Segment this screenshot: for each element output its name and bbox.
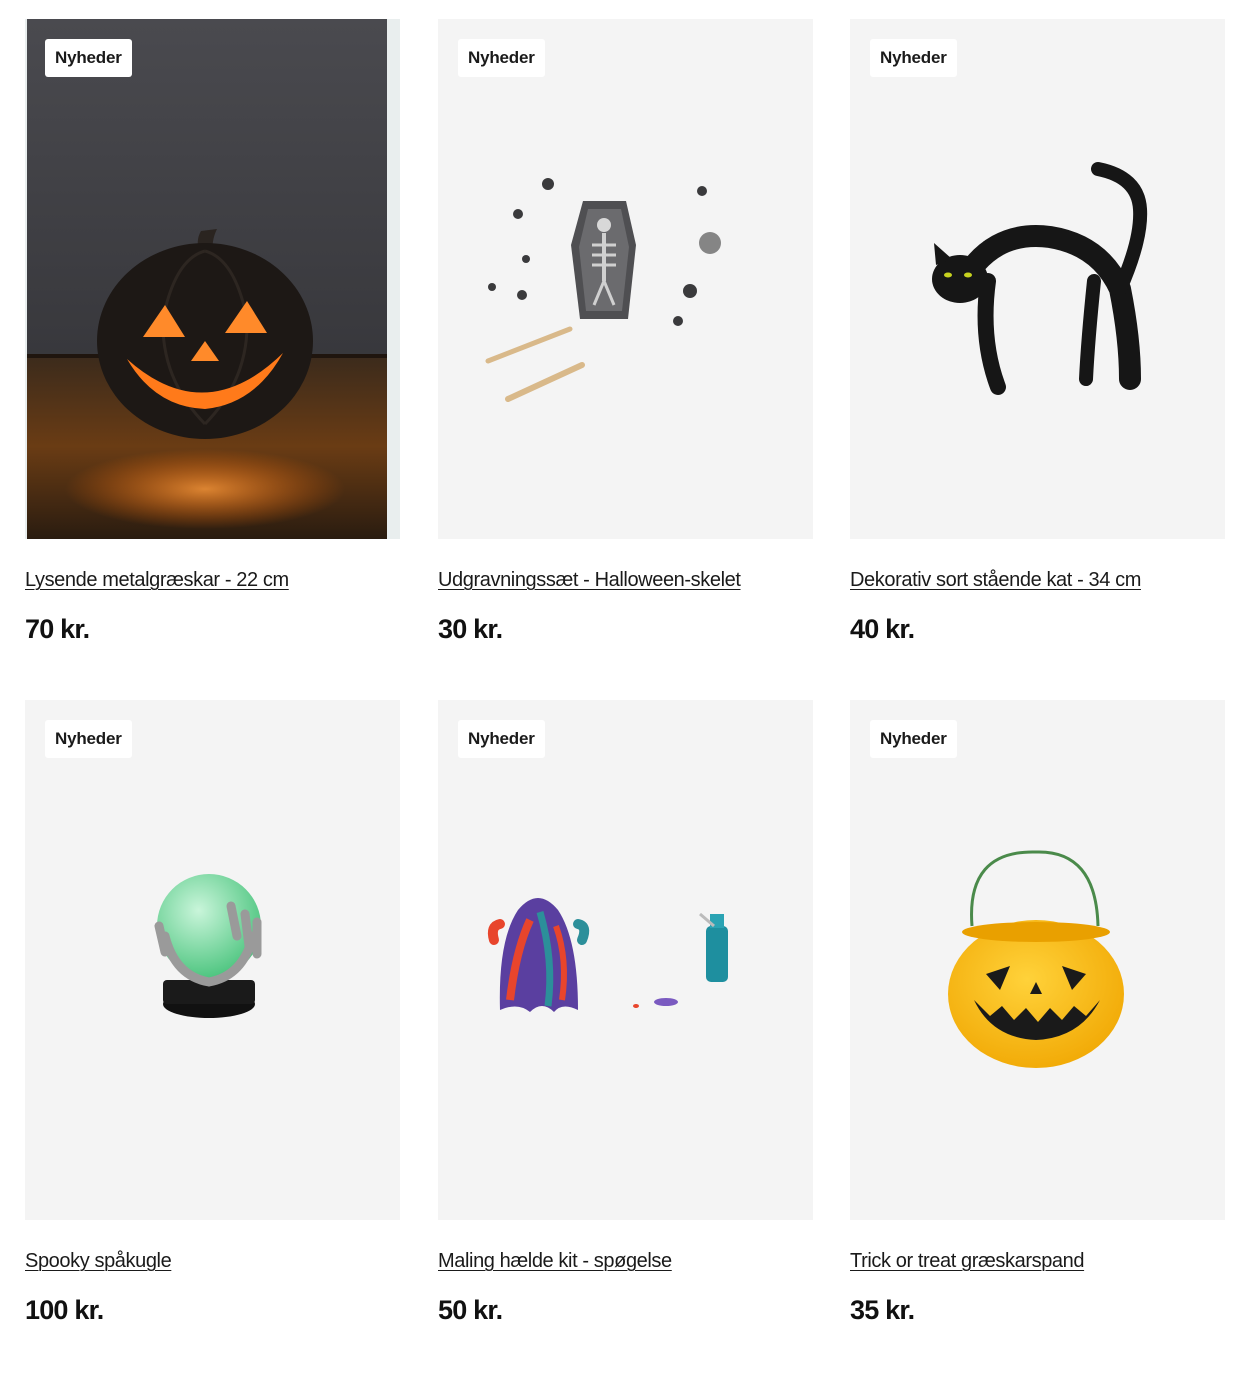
- new-badge: Nyheder: [458, 39, 545, 77]
- product-title-link[interactable]: Trick or treat græskarspand: [850, 1250, 1084, 1273]
- new-badge: Nyheder: [870, 720, 957, 758]
- product-card: Nyheder Dekorativ sort stående kat - 34 …: [850, 19, 1225, 645]
- product-grid: Nyheder Lysende metalgræskar - 22 cm 70 …: [0, 0, 1250, 1374]
- product-card: Nyheder Lysende metalgræskar - 22 cm 70 …: [25, 19, 400, 645]
- product-image-link[interactable]: Nyheder: [438, 19, 813, 539]
- product-image-link[interactable]: Nyheder: [850, 19, 1225, 539]
- product-image-link[interactable]: Nyheder: [25, 19, 400, 539]
- new-badge: Nyheder: [458, 720, 545, 758]
- product-image-link[interactable]: Nyheder: [25, 700, 400, 1220]
- new-badge: Nyheder: [45, 39, 132, 77]
- product-card: Nyheder Trick or treat græskarspand 35 k…: [850, 700, 1225, 1326]
- skeleton-coffin-icon: [485, 178, 721, 402]
- black-cat-icon: [932, 162, 1148, 395]
- new-badge: Nyheder: [870, 39, 957, 77]
- product-card: Nyheder Maling hælde kit - spøgelse 50 k…: [438, 700, 813, 1326]
- product-price: 40 kr.: [850, 614, 915, 644]
- crystal-ball-icon: [154, 874, 262, 1018]
- product-title-link[interactable]: Udgravningssæt - Halloween-skelet: [438, 569, 741, 592]
- product-price: 50 kr.: [438, 1295, 503, 1325]
- painted-ghost-icon: [487, 898, 728, 1012]
- jack-o-lantern-icon: [27, 19, 387, 539]
- product-title-link[interactable]: Spooky spåkugle: [25, 1250, 172, 1273]
- product-card: Nyheder Spooky spåkugle 100 kr.: [25, 700, 400, 1326]
- product-title-link[interactable]: Dekorativ sort stående kat - 34 cm: [850, 569, 1141, 592]
- product-price: 100 kr.: [25, 1295, 104, 1325]
- new-badge: Nyheder: [45, 720, 132, 758]
- product-card: Nyheder Udgravningssæt - Halloween-skele…: [438, 19, 813, 645]
- product-price: 70 kr.: [25, 614, 90, 644]
- pumpkin-bucket-icon: [948, 850, 1124, 1068]
- product-price: 30 kr.: [438, 614, 503, 644]
- product-title-link[interactable]: Maling hælde kit - spøgelse: [438, 1250, 672, 1273]
- product-price: 35 kr.: [850, 1295, 915, 1325]
- product-title-link[interactable]: Lysende metalgræskar - 22 cm: [25, 569, 289, 592]
- product-image-link[interactable]: Nyheder: [438, 700, 813, 1220]
- product-image-link[interactable]: Nyheder: [850, 700, 1225, 1220]
